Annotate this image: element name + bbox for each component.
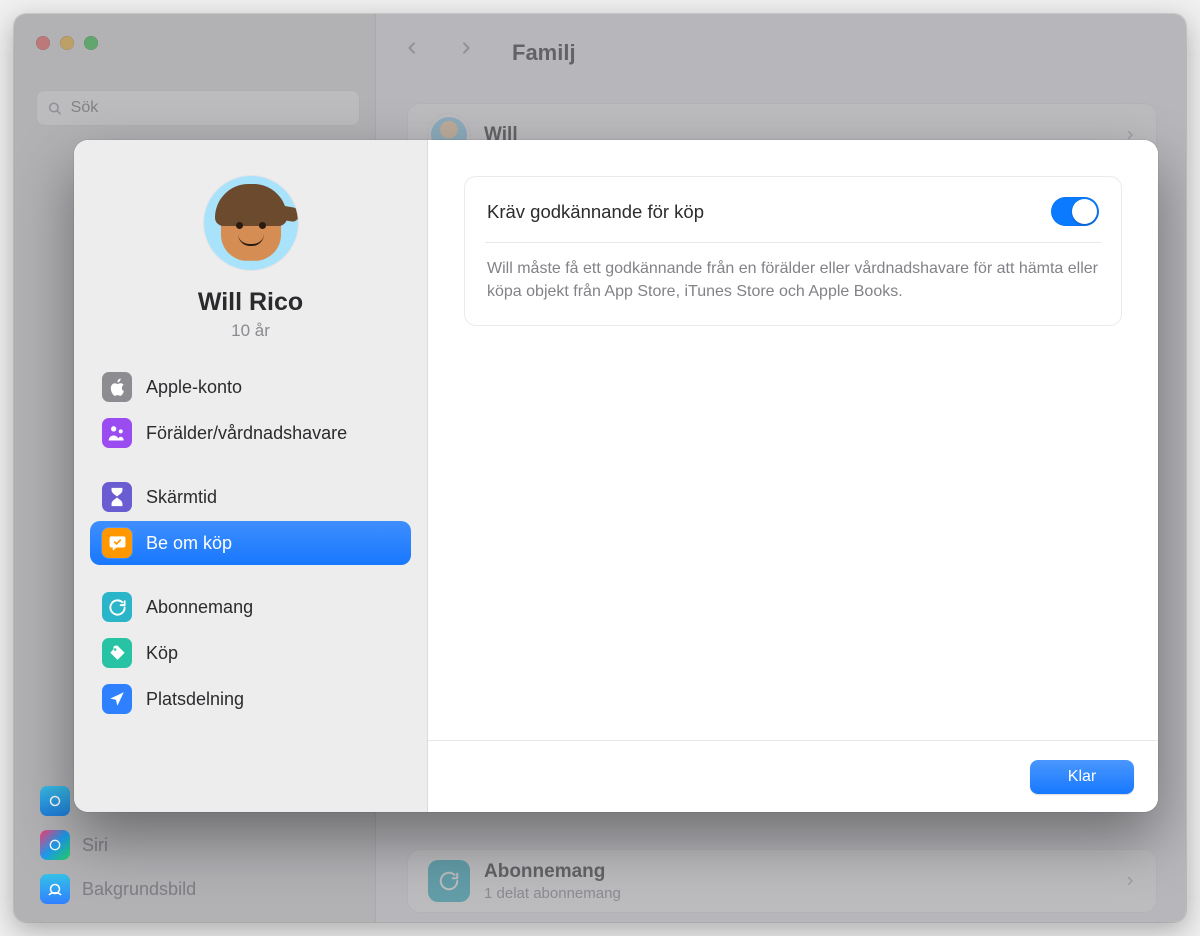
wallpaper-icon bbox=[40, 874, 70, 904]
sheet-content: Kräv godkännande för köp Will måste få e… bbox=[428, 140, 1158, 812]
hourglass-icon bbox=[102, 482, 132, 512]
setting-description: Will måste få ett godkännande från en fö… bbox=[487, 257, 1099, 303]
sidebar-item-label: Siri bbox=[82, 835, 108, 856]
family-icon bbox=[102, 418, 132, 448]
done-button[interactable]: Klar bbox=[1030, 760, 1134, 794]
sheet-footer: Klar bbox=[428, 740, 1158, 812]
setting-title: Kräv godkännande för köp bbox=[487, 201, 704, 223]
done-button-label: Klar bbox=[1068, 768, 1096, 786]
divider bbox=[485, 242, 1101, 243]
menu-group-account: Apple-konto Förälder/vårdnadshavare bbox=[90, 365, 411, 455]
menu-item-apple-account[interactable]: Apple-konto bbox=[90, 365, 411, 409]
sidebar-item-wallpaper[interactable]: Bakgrundsbild bbox=[28, 868, 368, 910]
chat-check-icon bbox=[102, 528, 132, 558]
menu-item-label: Förälder/vårdnadshavare bbox=[146, 423, 347, 444]
tag-icon bbox=[102, 638, 132, 668]
user-name: Will Rico bbox=[198, 288, 303, 317]
location-arrow-icon bbox=[102, 684, 132, 714]
menu-item-label: Abonnemang bbox=[146, 597, 253, 618]
menu-item-label: Apple-konto bbox=[146, 377, 242, 398]
screensaver-icon bbox=[40, 786, 70, 816]
refresh-icon bbox=[102, 592, 132, 622]
menu-item-label: Skärmtid bbox=[146, 487, 217, 508]
family-member-sheet: Will Rico 10 år Apple-konto Förälder/ bbox=[74, 140, 1158, 812]
menu-item-subscriptions[interactable]: Abonnemang bbox=[90, 585, 411, 629]
sidebar-item-label: Bakgrundsbild bbox=[82, 879, 196, 900]
menu-item-screentime[interactable]: Skärmtid bbox=[90, 475, 411, 519]
menu-group-time: Skärmtid Be om köp bbox=[90, 475, 411, 565]
sidebar-item-siri[interactable]: Siri bbox=[28, 824, 368, 866]
menu-item-location-sharing[interactable]: Platsdelning bbox=[90, 677, 411, 721]
menu-group-services: Abonnemang Köp Platsdelning bbox=[90, 585, 411, 721]
menu-item-parent-guardian[interactable]: Förälder/vårdnadshavare bbox=[90, 411, 411, 455]
apple-logo-icon bbox=[102, 372, 132, 402]
settings-window: Familj Will ... Abonnemang 1 delat abonn… bbox=[14, 14, 1186, 922]
require-approval-toggle[interactable] bbox=[1051, 197, 1099, 226]
siri-icon bbox=[40, 830, 70, 860]
sheet-sidebar: Will Rico 10 år Apple-konto Förälder/ bbox=[74, 140, 428, 812]
menu-item-ask-to-buy[interactable]: Be om köp bbox=[90, 521, 411, 565]
menu-item-label: Platsdelning bbox=[146, 689, 244, 710]
require-approval-card: Kräv godkännande för köp Will måste få e… bbox=[464, 176, 1122, 326]
menu-item-purchases[interactable]: Köp bbox=[90, 631, 411, 675]
menu-item-label: Köp bbox=[146, 643, 178, 664]
sheet-menu: Apple-konto Förälder/vårdnadshavare bbox=[74, 365, 427, 741]
menu-item-label: Be om köp bbox=[146, 533, 232, 554]
user-avatar bbox=[204, 176, 298, 270]
user-age: 10 år bbox=[231, 321, 270, 341]
